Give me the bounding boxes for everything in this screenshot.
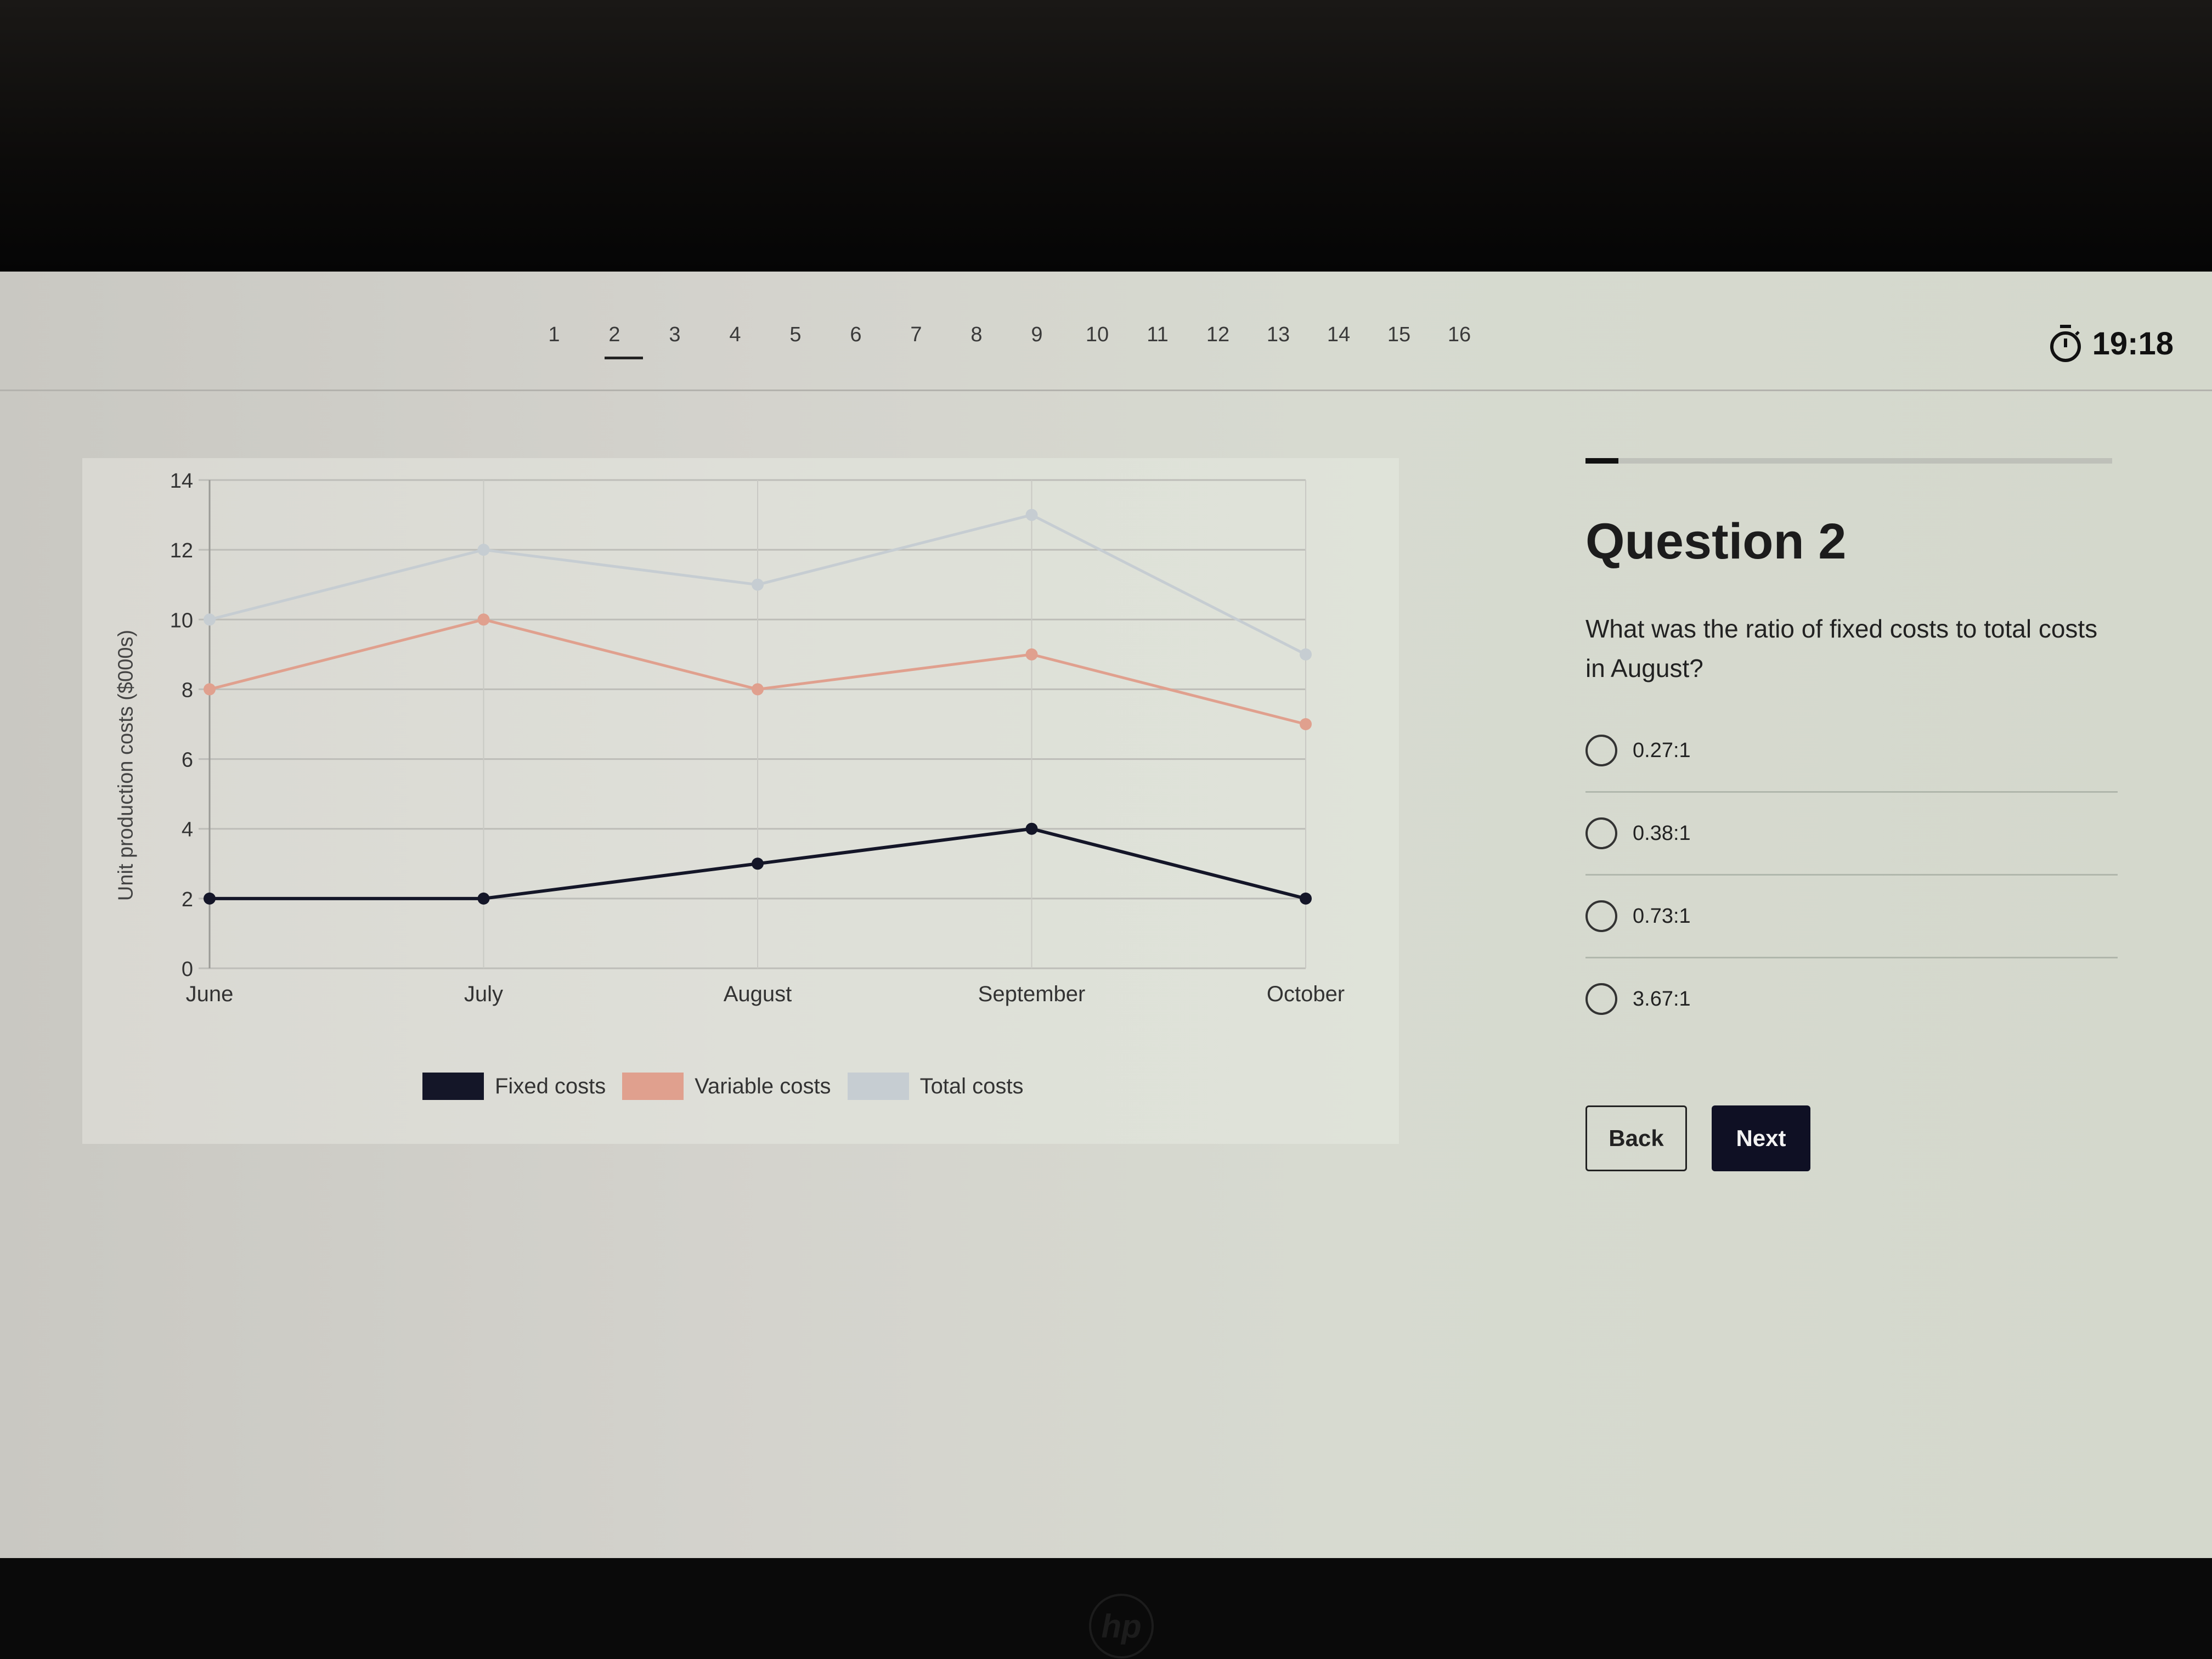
- question-nav-item-4[interactable]: 4: [705, 321, 765, 359]
- x-tick-label: October: [1267, 982, 1345, 1006]
- data-point-fixed-costs[interactable]: [752, 857, 764, 870]
- answer-option-label: 0.73:1: [1633, 904, 1691, 928]
- data-point-total-costs[interactable]: [477, 544, 490, 556]
- back-button[interactable]: Back: [1585, 1105, 1687, 1171]
- data-point-total-costs[interactable]: [752, 578, 764, 591]
- question-nav-item-14[interactable]: 14: [1308, 321, 1369, 359]
- question-nav-item-8[interactable]: 8: [946, 321, 1007, 359]
- answer-option[interactable]: 3.67:1: [1585, 958, 2118, 1040]
- legend-item[interactable]: Total costs: [847, 1073, 1024, 1100]
- question-nav-item-5[interactable]: 5: [765, 321, 826, 359]
- data-point-total-costs[interactable]: [1025, 509, 1038, 521]
- data-point-fixed-costs[interactable]: [1025, 822, 1038, 835]
- question-panel: Question 2 What was the ratio of fixed c…: [1585, 458, 2123, 1171]
- chart-legend: Fixed costs Variable costs Total costs: [422, 1073, 1029, 1100]
- question-nav-item-1[interactable]: 1: [524, 321, 584, 359]
- data-point-variable-costs[interactable]: [477, 613, 490, 626]
- nav-buttons: Back Next: [1585, 1105, 2123, 1171]
- radio-button[interactable]: [1585, 817, 1617, 849]
- legend-label: Total costs: [919, 1074, 1024, 1098]
- y-tick-label: 6: [182, 749, 193, 772]
- legend-swatch: [422, 1073, 484, 1100]
- x-tick-label: July: [464, 982, 503, 1006]
- legend-swatch: [847, 1073, 909, 1100]
- question-title: Question 2: [1585, 514, 1847, 569]
- data-point-variable-costs[interactable]: [752, 683, 764, 696]
- monitor-bezel-top: [0, 0, 2212, 272]
- chart-card: 0 2 4 6 8 10 12 14 June July August September Octobe…: [82, 458, 1399, 1144]
- y-tick-label: 14: [170, 470, 193, 493]
- legend-label: Fixed costs: [495, 1074, 606, 1098]
- timer-value: 19:18: [2092, 325, 2174, 362]
- x-tick-label: August: [724, 982, 792, 1006]
- radio-button[interactable]: [1585, 735, 1617, 766]
- answer-option-label: 0.27:1: [1633, 738, 1691, 762]
- radio-button[interactable]: [1585, 900, 1617, 932]
- question-navigation: 1 2 3 4 5 6 7 8 9 10 11 12 13 14 15 16: [524, 321, 1489, 359]
- question-nav-item-10[interactable]: 10: [1067, 321, 1127, 359]
- question-nav-item-16[interactable]: 16: [1429, 321, 1489, 359]
- question-text: What was the ratio of fixed costs to tot…: [1585, 614, 2098, 682]
- hp-logo: hp: [1089, 1594, 1154, 1658]
- y-tick-label: 10: [170, 609, 193, 632]
- progress-bar: [1585, 458, 2112, 464]
- question-nav-item-6[interactable]: 6: [826, 321, 886, 359]
- question-nav-item-12[interactable]: 12: [1188, 321, 1248, 359]
- answer-options: 0.27:1 0.38:1 0.73:1 3.67:1: [1585, 710, 2123, 1040]
- question-nav-item-13[interactable]: 13: [1248, 321, 1308, 359]
- y-tick-label: 0: [182, 958, 193, 981]
- next-button[interactable]: Next: [1712, 1105, 1810, 1171]
- data-point-fixed-costs[interactable]: [1300, 892, 1312, 905]
- progress-fill: [1585, 458, 1618, 464]
- y-tick-label: 8: [182, 679, 193, 702]
- answer-option-label: 3.67:1: [1633, 987, 1691, 1011]
- question-nav-item-15[interactable]: 15: [1369, 321, 1429, 359]
- top-bar: 1 2 3 4 5 6 7 8 9 10 11 12 13 14 15 16 19:18: [0, 272, 2212, 391]
- legend-swatch: [622, 1073, 684, 1100]
- data-point-fixed-costs[interactable]: [477, 892, 490, 905]
- radio-button[interactable]: [1585, 983, 1617, 1015]
- question-nav-item-7[interactable]: 7: [886, 321, 946, 359]
- stopwatch-icon: [2050, 325, 2081, 362]
- legend-item[interactable]: Fixed costs: [422, 1073, 606, 1100]
- answer-option[interactable]: 0.27:1: [1585, 710, 2118, 793]
- line-chart: 0 2 4 6 8 10 12 14 June July August September Octobe…: [170, 470, 1345, 1006]
- question-nav-item-3[interactable]: 3: [645, 321, 705, 359]
- y-axis-title: Unit production costs ($000s): [114, 629, 138, 901]
- data-point-total-costs[interactable]: [1300, 648, 1312, 661]
- data-point-total-costs[interactable]: [204, 613, 216, 626]
- y-tick-label: 12: [170, 539, 193, 562]
- legend-item[interactable]: Variable costs: [622, 1073, 831, 1100]
- x-tick-label: June: [186, 982, 234, 1006]
- y-tick-label: 4: [182, 819, 193, 842]
- x-tick-label: September: [978, 982, 1086, 1006]
- y-tick-label: 2: [182, 888, 193, 911]
- data-point-variable-costs[interactable]: [204, 683, 216, 696]
- data-point-variable-costs[interactable]: [1025, 648, 1038, 661]
- timer: 19:18: [2049, 324, 2174, 363]
- answer-option[interactable]: 0.73:1: [1585, 876, 2118, 958]
- question-nav-item-2[interactable]: 2: [584, 321, 645, 359]
- answer-option-label: 0.38:1: [1633, 821, 1691, 845]
- legend-label: Variable costs: [695, 1074, 831, 1098]
- data-point-variable-costs[interactable]: [1300, 718, 1312, 730]
- question-nav-item-9[interactable]: 9: [1007, 321, 1067, 359]
- screen: 1 2 3 4 5 6 7 8 9 10 11 12 13 14 15 16 19:18 0 2 4 6 8 10 12 1…: [0, 272, 2212, 1558]
- answer-option[interactable]: 0.38:1: [1585, 793, 2118, 876]
- data-point-fixed-costs[interactable]: [204, 892, 216, 905]
- question-nav-item-11[interactable]: 11: [1127, 321, 1188, 359]
